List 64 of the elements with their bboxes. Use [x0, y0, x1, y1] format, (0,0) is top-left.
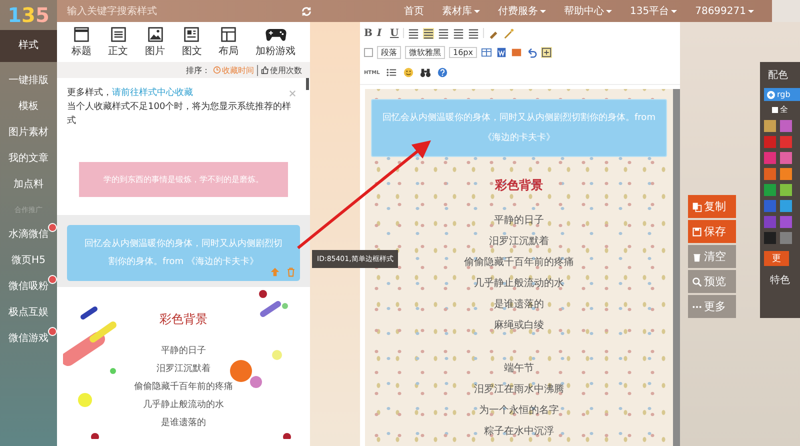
category-tab[interactable]: 布局 — [218, 26, 239, 58]
poem-line: 偷偷隐藏千百年前的疼痛 — [464, 256, 574, 270]
sidebar-item[interactable]: 模板 — [0, 94, 57, 120]
poem-line: 是谁遗落的 — [160, 416, 207, 430]
sidebar-item[interactable]: 极点互娱 — [0, 300, 57, 326]
nav-link[interactable]: 付费服务 — [498, 4, 546, 18]
poem-line: 为一个永恒的名字 — [479, 404, 559, 418]
sidebar-item[interactable]: 图片素材 — [0, 120, 57, 146]
notice-text: 当个人收藏样式不足100个时，将为您显示系统推荐的样式 — [67, 100, 292, 128]
action-button[interactable]: 更多 — [688, 295, 736, 318]
action-button[interactable]: 预览 — [688, 270, 736, 293]
sidebar-item[interactable]: 微页H5 — [0, 248, 57, 274]
poem-line: 平静的日子 — [160, 344, 207, 358]
paragraph-dropdown[interactable]: 段落 — [377, 46, 401, 60]
sort-option[interactable]: 使用次数 — [257, 64, 302, 76]
action-button[interactable]: 清空 — [688, 245, 736, 268]
nav-link[interactable]: 首页 — [404, 4, 424, 18]
category-tab[interactable]: 正文 — [108, 26, 128, 58]
nav-link[interactable]: 135平台 — [630, 4, 678, 18]
poem-line: 是谁遗落的 — [494, 298, 544, 312]
quote-box: 回忆会从内侧温暖你的身体，同时又从内侧剧烈切割你的身体。from 《海边的卡夫卡》 — [67, 225, 300, 281]
quote-box: 回忆会从内侧温暖你的身体，同时又从内侧剧烈切割你的身体。from 《海边的卡夫卡》 — [371, 99, 667, 157]
more-colors-button[interactable]: 更 — [764, 251, 789, 266]
action-button[interactable]: 保存 — [688, 220, 736, 243]
category-tab[interactable]: 图片 — [145, 26, 166, 58]
style-card[interactable]: 彩色背景 平静的日子 汨罗江沉默着 偷偷隐藏千百年前的疼痛 几乎静止般流动的水 是谁遗落的 — [57, 287, 310, 442]
category-tab[interactable]: 加粉游戏 — [256, 26, 296, 58]
nav-link[interactable]: 素材库 — [442, 4, 480, 18]
sidebar-item[interactable]: 我的文章 — [0, 146, 57, 172]
action-button[interactable]: 复制 — [688, 195, 736, 218]
bold-button[interactable]: B — [364, 28, 373, 39]
sidebar-item[interactable]: 样式 — [0, 30, 57, 62]
poem-line: 几乎静止般流动的水 — [474, 276, 564, 291]
category-tab[interactable]: 标题 — [71, 26, 92, 58]
italic-button[interactable]: I — [377, 28, 386, 39]
color-input[interactable]: rgb — [764, 88, 800, 101]
quote-banner: 学的到东西的事情是锻炼，学不到的是磨炼。 — [79, 162, 288, 197]
section-title: 彩色背景 — [494, 177, 544, 194]
poem-line: 汨罗江沉默着 — [489, 234, 549, 249]
nav-link[interactable]: 78699271 — [695, 4, 754, 18]
card-title: 彩色背景 — [158, 311, 208, 328]
panel-title: 配色 — [767, 69, 788, 83]
poem-line: 汨罗江在雨水中沸腾 — [474, 382, 564, 397]
poem-line: 偷偷隐藏千百年前的疼痛 — [133, 380, 234, 394]
poem-line: 端午节 — [504, 362, 534, 376]
poem-line: 平静的日子 — [494, 214, 544, 228]
category-tab[interactable]: 图文 — [182, 26, 202, 58]
sort-option[interactable]: 收藏时间 — [213, 64, 254, 76]
sort-label: 排序： — [186, 64, 210, 76]
style-center-link[interactable]: 请前往样式中心收藏 — [112, 88, 193, 98]
font-size-dropdown[interactable]: 16px — [449, 47, 477, 58]
panel-footer-text: 特色 — [769, 274, 790, 287]
poem-line: 粽子在水中沉浮 — [484, 424, 554, 439]
poem-line: 麻绳或白绫 — [494, 318, 544, 333]
checkbox-label: 全 — [780, 104, 788, 115]
notice-text: 更多样式，请前往样式中心收藏 — [67, 86, 193, 100]
poem-line: 几乎静止般流动的水 — [142, 398, 225, 412]
poem-line: 汨罗江沉默着 — [156, 362, 212, 376]
underline-button[interactable]: U — [390, 28, 399, 39]
nav-link[interactable]: 帮助中心 — [564, 4, 612, 18]
sidebar-item[interactable]: 加点料 — [0, 172, 57, 198]
sidebar-item[interactable]: 一键排版 — [0, 68, 57, 94]
logo[interactable]: 135 — [0, 0, 57, 30]
font-dropdown[interactable]: 微软雅黑 — [405, 46, 445, 60]
